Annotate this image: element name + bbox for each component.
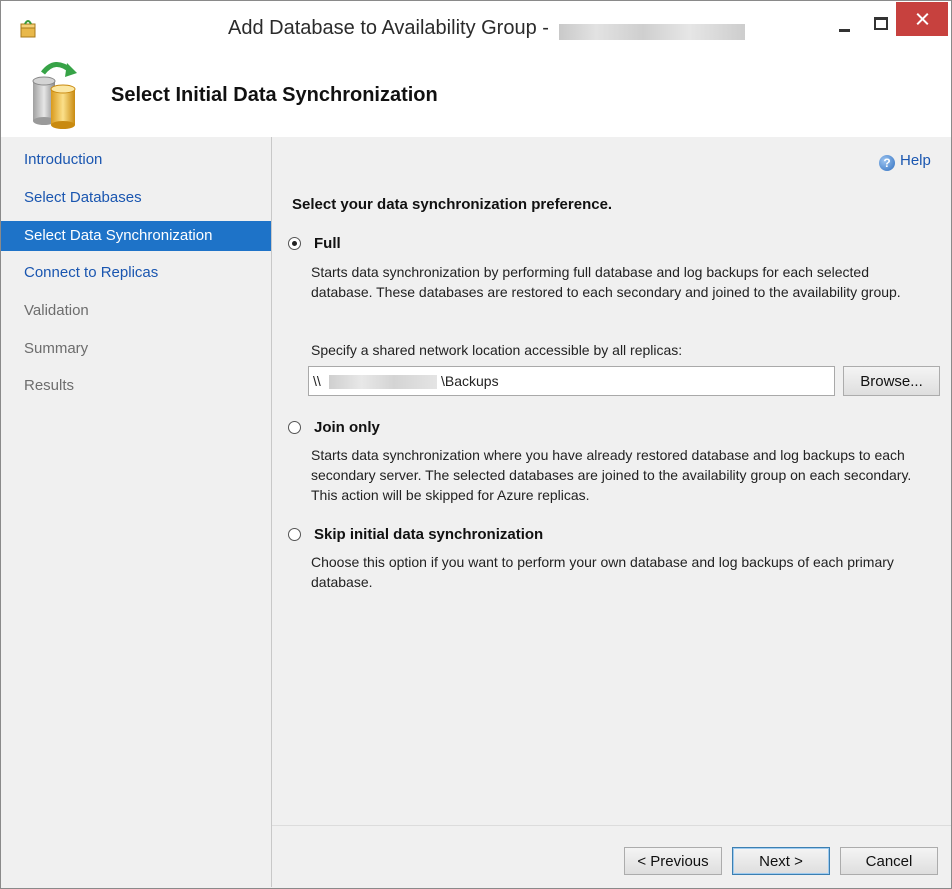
help-icon: ? — [879, 155, 895, 171]
minimize-button[interactable] — [831, 13, 857, 35]
network-location-label: Specify a shared network location access… — [311, 342, 683, 358]
previous-button[interactable]: < Previous — [624, 847, 722, 875]
skip-label[interactable]: Skip initial data synchronization — [314, 526, 543, 543]
option-join-only[interactable]: Join only — [288, 419, 380, 436]
title-bar: Add Database to Availability Group - — [1, 1, 951, 51]
cancel-button[interactable]: Cancel — [840, 847, 938, 875]
skip-description: Choose this option if you want to perfor… — [311, 554, 894, 590]
next-button[interactable]: Next > — [732, 847, 830, 875]
join-only-label[interactable]: Join only — [314, 419, 380, 436]
help-link[interactable]: ? Help — [879, 152, 931, 171]
dialog-window: Add Database to Availability Group - Sel… — [0, 0, 952, 889]
help-label: Help — [900, 152, 931, 169]
page-title: Select Initial Data Synchronization — [111, 84, 438, 106]
footer-divider — [272, 825, 951, 826]
sidebar-item-introduction[interactable]: Introduction — [1, 145, 271, 175]
full-radio[interactable] — [288, 237, 301, 250]
maximize-button[interactable] — [867, 13, 893, 35]
sidebar-item-select-data-synchronization[interactable]: Select Data Synchronization — [1, 221, 271, 251]
app-icon — [20, 20, 36, 38]
wizard-header: Select Initial Data Synchronization — [1, 51, 951, 137]
redacted-share-host — [329, 375, 437, 389]
join-only-description: Starts data synchronization where you ha… — [311, 447, 912, 503]
option-skip-initial-sync[interactable]: Skip initial data synchronization — [288, 526, 543, 543]
full-label[interactable]: Full — [314, 235, 341, 252]
sidebar-item-select-databases[interactable]: Select Databases — [1, 183, 271, 213]
sidebar-item-validation: Validation — [24, 302, 89, 319]
window-title: Add Database to Availability Group - — [228, 17, 549, 39]
redacted-server-name — [559, 24, 745, 40]
network-location-input[interactable]: \\ \Backups — [308, 366, 835, 396]
join-only-radio[interactable] — [288, 421, 301, 434]
sidebar-item-connect-to-replicas[interactable]: Connect to Replicas — [1, 258, 271, 288]
full-description: Starts data synchronization by performin… — [311, 264, 901, 300]
sidebar-item-results: Results — [24, 377, 75, 394]
option-full[interactable]: Full — [288, 235, 341, 252]
sidebar-item-summary: Summary — [24, 340, 89, 357]
browse-button[interactable]: Browse... — [843, 366, 940, 396]
close-button[interactable] — [896, 2, 948, 36]
database-sync-icon — [32, 62, 77, 129]
path-prefix: \\ — [313, 373, 321, 389]
wizard-sidebar: Introduction Select Databases Select Dat… — [1, 137, 272, 887]
path-suffix: \Backups — [441, 373, 499, 389]
skip-radio[interactable] — [288, 528, 301, 541]
sync-preference-prompt: Select your data synchronization prefere… — [292, 196, 613, 213]
main-panel: ? Help Select your data synchronization p… — [272, 137, 951, 887]
